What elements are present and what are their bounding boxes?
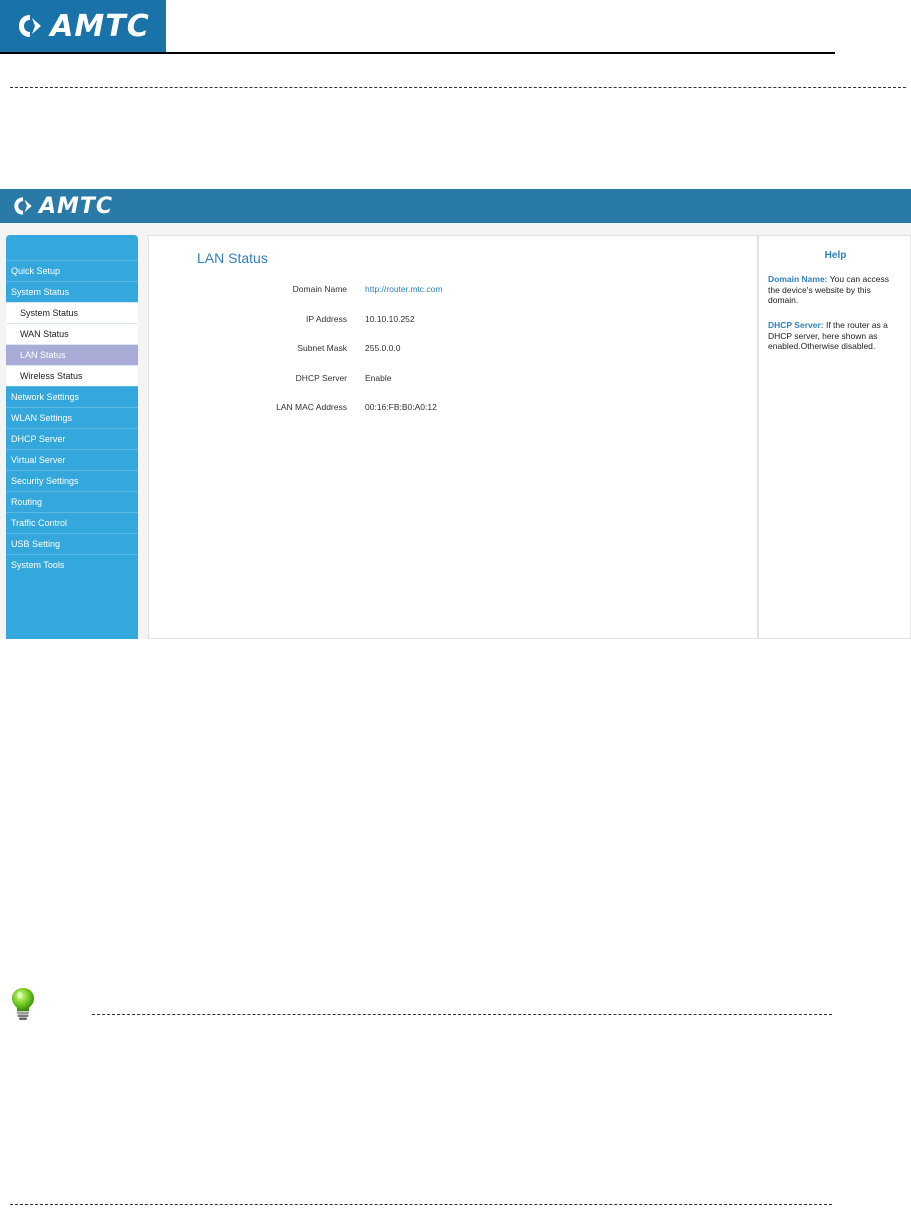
info-row-dhcp-server: DHCP Server Enable [149, 373, 759, 387]
help-term: DHCP Server: [768, 320, 824, 330]
help-item-domain-name: Domain Name: You can access the device's… [768, 274, 896, 306]
sidebar-menu: Quick Setup System Status System Status … [6, 260, 138, 575]
tip-dashed-divider-bottom [10, 1204, 832, 1205]
info-row-domain-name: Domain Name http://router.mtc.com [149, 284, 759, 298]
sidebar-item-network-settings[interactable]: Network Settings [6, 386, 138, 407]
header-rule [0, 52, 835, 54]
dashed-divider [10, 87, 906, 88]
field-label: Domain Name [292, 284, 347, 294]
help-title: Help [824, 250, 847, 261]
document-logo: AMTC [0, 0, 166, 52]
sidebar: Quick Setup System Status System Status … [6, 235, 138, 639]
help-item-dhcp-server: DHCP Server: If the router as a DHCP ser… [768, 320, 896, 352]
sidebar-subitem-wireless-status[interactable]: Wireless Status [6, 365, 138, 386]
help-term: Domain Name: [768, 274, 828, 284]
field-label: LAN MAC Address [276, 402, 347, 412]
sidebar-item-security-settings[interactable]: Security Settings [6, 470, 138, 491]
main-panel: LAN Status Domain Name http://router.mtc… [148, 235, 758, 639]
sidebar-item-system-status[interactable]: System Status [6, 281, 138, 302]
sidebar-item-dhcp-server[interactable]: DHCP Server [6, 428, 138, 449]
sidebar-subitem-lan-status[interactable]: LAN Status [6, 344, 138, 365]
amtc-logo-icon [14, 197, 32, 215]
field-value: 10.10.10.252 [365, 314, 415, 324]
sidebar-item-system-tools[interactable]: System Tools [6, 554, 138, 575]
field-label: IP Address [306, 314, 347, 324]
field-value: 255.0.0.0 [365, 343, 401, 353]
field-value: 00:16:FB:B0:A0:12 [365, 402, 437, 412]
domain-name-link[interactable]: http://router.mtc.com [365, 284, 442, 294]
info-row-subnet-mask: Subnet Mask 255.0.0.0 [149, 343, 759, 357]
sidebar-item-traffic-control[interactable]: Traffic Control [6, 512, 138, 533]
amtc-logo-icon [19, 15, 42, 37]
document-logo-text: AMTC [50, 8, 150, 44]
field-label: Subnet Mask [297, 343, 347, 353]
sidebar-subitem-system-status[interactable]: System Status [6, 302, 138, 323]
sidebar-item-routing[interactable]: Routing [6, 491, 138, 512]
tip-dashed-divider-top [92, 1014, 832, 1015]
router-top-bar: AMTC [0, 189, 911, 223]
page-title: LAN Status [197, 250, 268, 266]
info-row-lan-mac-address: LAN MAC Address 00:16:FB:B0:A0:12 [149, 402, 759, 416]
sidebar-item-usb-setting[interactable]: USB Setting [6, 533, 138, 554]
sidebar-item-virtual-server[interactable]: Virtual Server [6, 449, 138, 470]
field-label: DHCP Server [295, 373, 347, 383]
sidebar-subitem-wan-status[interactable]: WAN Status [6, 323, 138, 344]
info-row-ip-address: IP Address 10.10.10.252 [149, 314, 759, 328]
sidebar-item-quick-setup[interactable]: Quick Setup [6, 260, 138, 281]
lightbulb-icon [12, 988, 34, 1020]
field-value: Enable [365, 373, 392, 383]
help-panel: Help Domain Name: You can access the dev… [758, 235, 911, 639]
sidebar-item-wlan-settings[interactable]: WLAN Settings [6, 407, 138, 428]
router-brand: AMTC [39, 193, 114, 219]
router-ui-screenshot: AMTC Quick Setup System Status System St… [0, 189, 911, 639]
